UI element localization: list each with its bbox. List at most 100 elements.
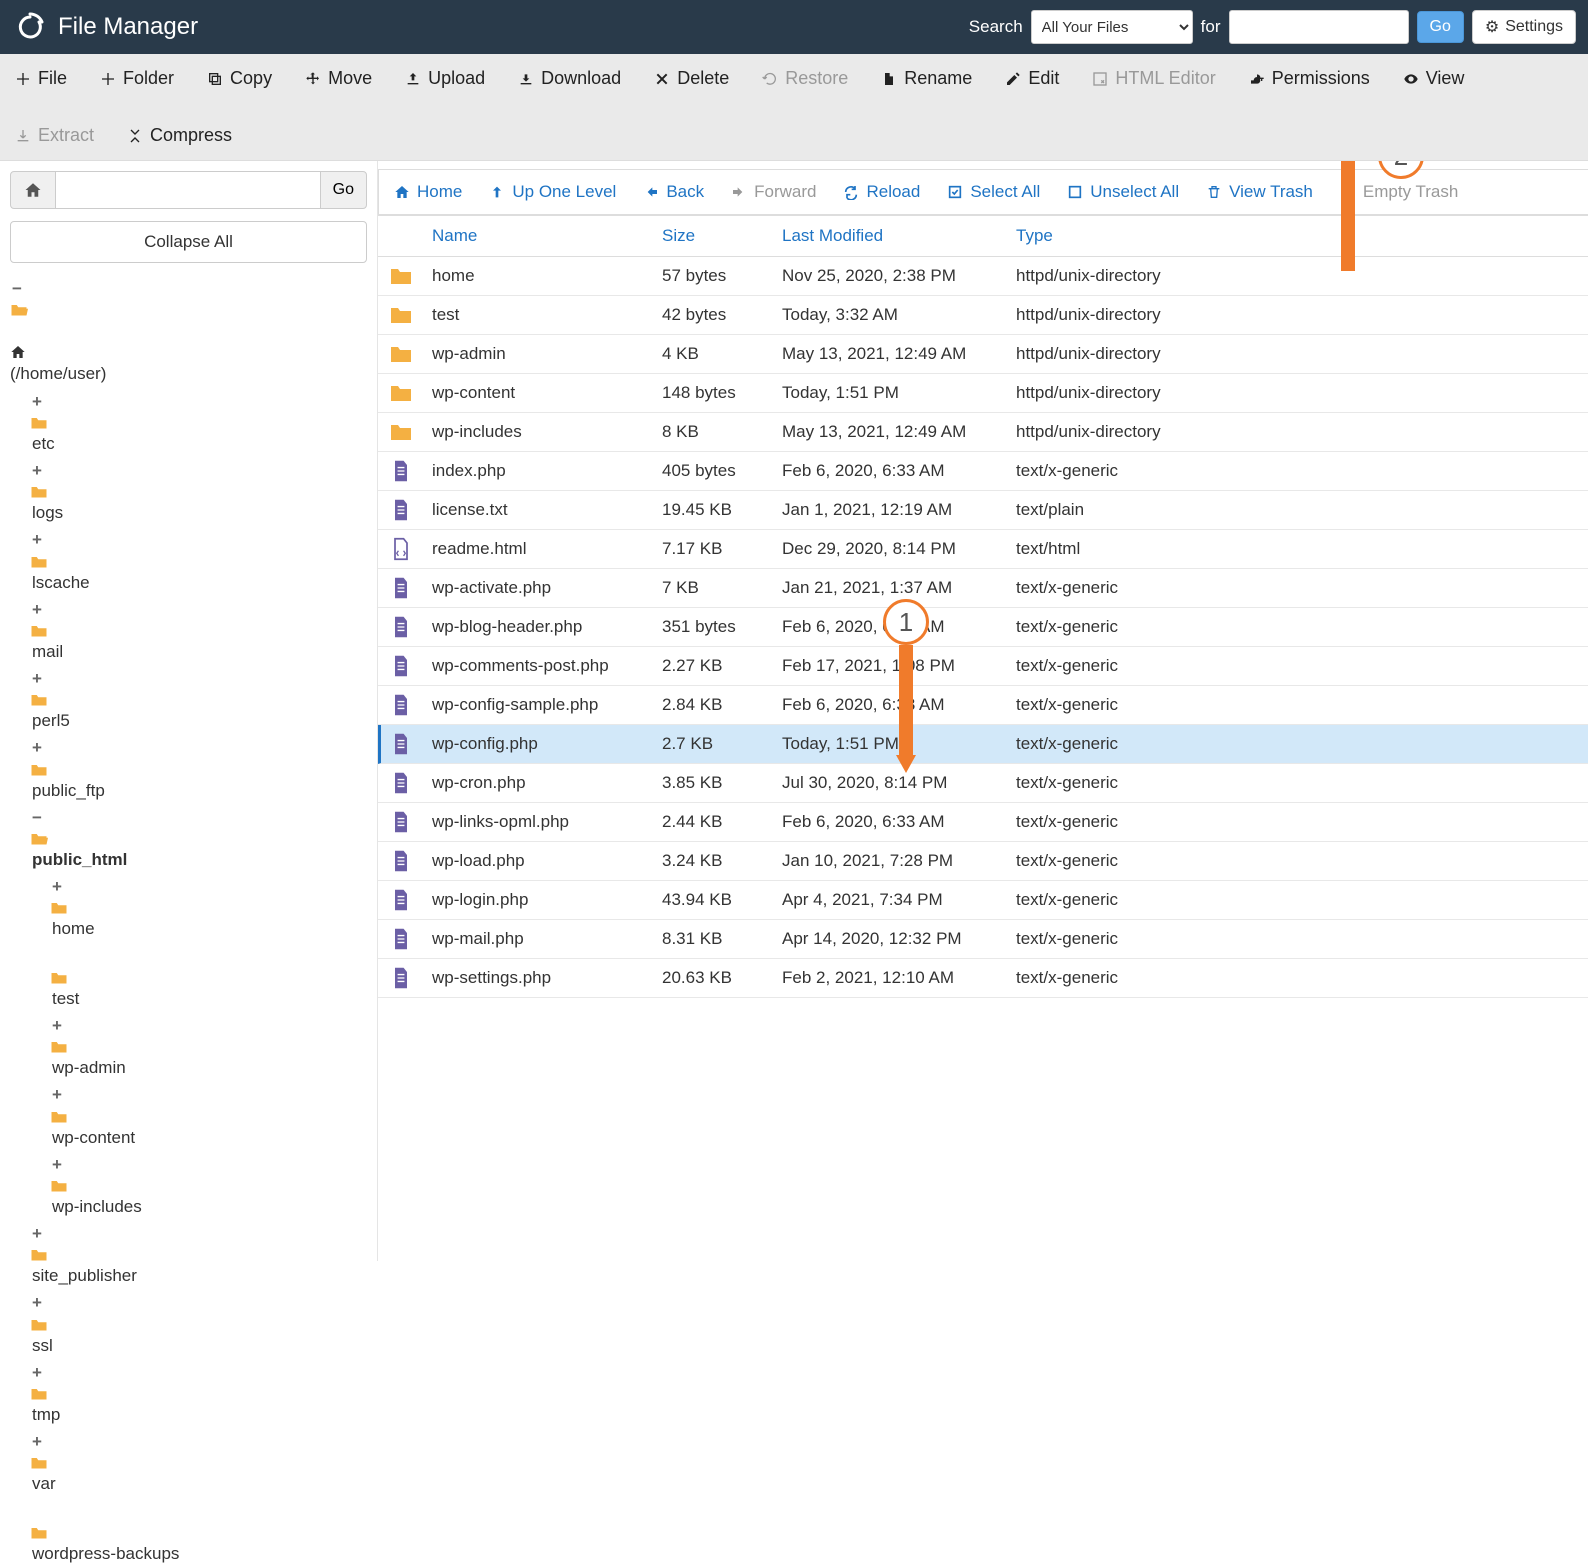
col-name-header[interactable]: Name <box>432 226 662 246</box>
tree-toggle-icon[interactable]: + <box>30 665 44 692</box>
tree-toggle-icon[interactable]: − <box>10 275 24 302</box>
goto-go-button[interactable]: Go <box>320 171 367 209</box>
tree-label[interactable]: wp-content <box>52 1128 135 1147</box>
tree-label[interactable]: test <box>52 989 79 1008</box>
action-unselect-all[interactable]: Unselect All <box>1066 178 1179 206</box>
file-row[interactable]: wp-comments-post.php2.27 KBFeb 17, 2021,… <box>378 647 1588 686</box>
toolbar-copy[interactable]: Copy <box>202 62 276 95</box>
tree-item-wp-admin[interactable]: + wp-admin <box>50 1012 367 1081</box>
toolbar-move[interactable]: Move <box>300 62 376 95</box>
action-view-trash[interactable]: View Trash <box>1205 178 1313 206</box>
toolbar-upload[interactable]: Upload <box>400 62 489 95</box>
tree-item-perl5[interactable]: + perl5 <box>30 665 367 734</box>
tree-toggle-icon[interactable]: + <box>30 1359 44 1386</box>
tree-toggle-icon[interactable]: + <box>30 1289 44 1316</box>
tree-item-site_publisher[interactable]: + site_publisher <box>30 1220 367 1289</box>
collapse-all-button[interactable]: Collapse All <box>10 221 367 263</box>
tree-label[interactable]: var <box>32 1474 56 1493</box>
tree-toggle-icon[interactable]: + <box>50 1081 64 1108</box>
settings-button[interactable]: ⚙ Settings <box>1472 10 1576 44</box>
tree-label[interactable]: mail <box>32 642 63 661</box>
toolbar-download[interactable]: Download <box>513 62 625 95</box>
file-row[interactable]: index.php405 bytesFeb 6, 2020, 6:33 AMte… <box>378 452 1588 491</box>
tree-label[interactable]: lscache <box>32 573 90 592</box>
file-row[interactable]: wp-admin4 KBMay 13, 2021, 12:49 AMhttpd/… <box>378 335 1588 374</box>
tree-toggle-icon[interactable]: + <box>50 873 64 900</box>
tree-label[interactable]: perl5 <box>32 711 70 730</box>
tree-toggle-icon[interactable]: + <box>30 1220 44 1247</box>
tree-label[interactable]: wp-admin <box>52 1058 126 1077</box>
file-row[interactable]: wp-settings.php20.63 KBFeb 2, 2021, 12:1… <box>378 959 1588 998</box>
file-row[interactable]: wp-links-opml.php2.44 KBFeb 6, 2020, 6:3… <box>378 803 1588 842</box>
tree-item-lscache[interactable]: + lscache <box>30 526 367 595</box>
file-row[interactable]: wp-load.php3.24 KBJan 10, 2021, 7:28 PMt… <box>378 842 1588 881</box>
tree-item-wp-content[interactable]: + wp-content <box>50 1081 367 1150</box>
toolbar-compress[interactable]: Compress <box>122 119 236 152</box>
toolbar-edit[interactable]: Edit <box>1000 62 1063 95</box>
tree-toggle-icon[interactable]: + <box>30 596 44 623</box>
tree-label[interactable]: public_html <box>32 850 127 869</box>
tree-item-wordpress-backups[interactable]: wordpress-backups <box>30 1498 367 1567</box>
file-row[interactable]: wp-cron.php3.85 KBJul 30, 2020, 8:14 PMt… <box>378 764 1588 803</box>
toolbar-permissions[interactable]: Permissions <box>1244 62 1374 95</box>
file-row[interactable]: wp-blog-header.php351 bytesFeb 6, 2020, … <box>378 608 1588 647</box>
tree-root[interactable]: − (/home/user)+ etc+ logs+ lscache+ mail… <box>10 275 367 1567</box>
tree-label[interactable]: site_publisher <box>32 1266 137 1285</box>
tree-item-tmp[interactable]: + tmp <box>30 1359 367 1428</box>
tree-item-home[interactable]: + home <box>50 873 367 942</box>
tree-toggle-icon[interactable]: + <box>30 388 44 415</box>
search-scope-select[interactable]: All Your Files <box>1031 10 1193 44</box>
tree-label[interactable]: etc <box>32 434 55 453</box>
file-row[interactable]: license.txt19.45 KBJan 1, 2021, 12:19 AM… <box>378 491 1588 530</box>
tree-label[interactable]: public_ftp <box>32 781 105 800</box>
tree-item-etc[interactable]: + etc <box>30 388 367 457</box>
file-row[interactable]: wp-mail.php8.31 KBApr 14, 2020, 12:32 PM… <box>378 920 1588 959</box>
tree-item-ssl[interactable]: + ssl <box>30 1289 367 1358</box>
col-size-header[interactable]: Size <box>662 226 782 246</box>
action-up-one-level[interactable]: Up One Level <box>488 178 616 206</box>
tree-toggle-icon[interactable]: + <box>30 457 44 484</box>
file-row[interactable]: test42 bytesToday, 3:32 AMhttpd/unix-dir… <box>378 296 1588 335</box>
tree-label[interactable]: tmp <box>32 1405 60 1424</box>
tree-item-public_ftp[interactable]: + public_ftp <box>30 734 367 803</box>
tree-item-mail[interactable]: + mail <box>30 596 367 665</box>
tree-item-var[interactable]: + var <box>30 1428 367 1497</box>
action-select-all[interactable]: Select All <box>946 178 1040 206</box>
file-row[interactable]: home57 bytesNov 25, 2020, 2:38 PMhttpd/u… <box>378 257 1588 296</box>
action-back[interactable]: Back <box>642 178 704 206</box>
toolbar-rename[interactable]: Rename <box>876 62 976 95</box>
action-reload[interactable]: Reload <box>842 178 920 206</box>
tree-toggle-icon[interactable]: − <box>30 804 44 831</box>
goto-home-button[interactable] <box>10 171 56 209</box>
tree-item-public_html[interactable]: − public_html+ home test+ wp-admin+ wp-c… <box>30 804 367 1220</box>
goto-path-input[interactable] <box>56 171 320 209</box>
toolbar-delete[interactable]: Delete <box>649 62 733 95</box>
file-row[interactable]: wp-login.php43.94 KBApr 4, 2021, 7:34 PM… <box>378 881 1588 920</box>
tree-toggle-icon[interactable]: + <box>50 1151 64 1178</box>
toolbar-view[interactable]: View <box>1398 62 1469 95</box>
tree-toggle-icon[interactable]: + <box>30 526 44 553</box>
toolbar-folder[interactable]: Folder <box>95 62 178 95</box>
col-modified-header[interactable]: Last Modified <box>782 226 1016 246</box>
file-row[interactable]: wp-content148 bytesToday, 1:51 PMhttpd/u… <box>378 374 1588 413</box>
file-row[interactable]: wp-config-sample.php2.84 KBFeb 6, 2020, … <box>378 686 1588 725</box>
action-home[interactable]: Home <box>393 178 462 206</box>
search-input[interactable] <box>1229 10 1409 44</box>
toolbar-file[interactable]: File <box>10 62 71 95</box>
tree-label[interactable]: logs <box>32 503 63 522</box>
col-type-header[interactable]: Type <box>1016 226 1206 246</box>
tree-item-test[interactable]: test <box>50 943 367 1012</box>
tree-item-wp-includes[interactable]: + wp-includes <box>50 1151 367 1220</box>
tree-label[interactable]: wp-includes <box>52 1197 142 1216</box>
file-row[interactable]: wp-includes8 KBMay 13, 2021, 12:49 AMhtt… <box>378 413 1588 452</box>
tree-label[interactable]: home <box>52 919 95 938</box>
file-row[interactable]: wp-config.php2.7 KBToday, 1:51 PMtext/x-… <box>378 725 1588 764</box>
tree-label[interactable]: ssl <box>32 1336 53 1355</box>
tree-toggle-icon[interactable]: + <box>30 1428 44 1455</box>
file-row[interactable]: readme.html7.17 KBDec 29, 2020, 8:14 PMt… <box>378 530 1588 569</box>
tree-label[interactable]: (/home/user) <box>10 364 106 383</box>
tree-label[interactable]: wordpress-backups <box>32 1544 179 1563</box>
tree-item-logs[interactable]: + logs <box>30 457 367 526</box>
tree-toggle-icon[interactable]: + <box>30 734 44 761</box>
search-go-button[interactable]: Go <box>1417 11 1464 43</box>
